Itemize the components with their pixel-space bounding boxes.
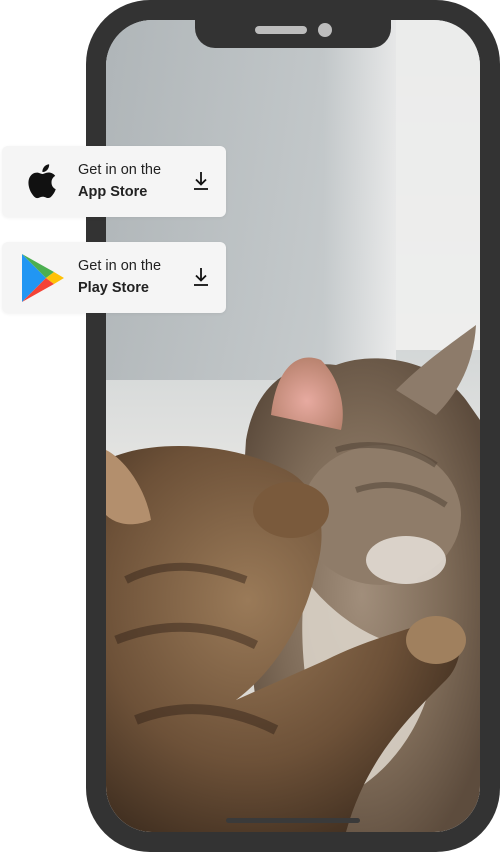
google-play-icon: [22, 254, 64, 302]
app-store-text: Get in on the App Store: [78, 160, 188, 204]
app-store-badge[interactable]: Get in on the App Store: [2, 146, 226, 217]
phone-screen: [106, 20, 480, 832]
app-store-line2: App Store: [78, 184, 148, 200]
app-store-line1: Get in on the: [78, 162, 162, 178]
download-icon: [194, 268, 208, 286]
phone-notch: [195, 0, 391, 48]
play-store-line2: Play Store: [78, 280, 149, 296]
play-store-badge[interactable]: Get in on the Play Store: [2, 242, 226, 313]
app-download-section: Get in on the App Store Get in on the Pl…: [0, 0, 500, 852]
phone-speaker: [255, 26, 307, 34]
cats-photo: [106, 20, 480, 832]
home-indicator: [226, 818, 360, 823]
play-store-line1: Get in on the: [78, 258, 162, 274]
apple-icon: [28, 164, 56, 199]
play-store-text: Get in on the Play Store: [78, 256, 188, 300]
phone-camera: [318, 23, 332, 37]
download-icon: [194, 172, 208, 190]
